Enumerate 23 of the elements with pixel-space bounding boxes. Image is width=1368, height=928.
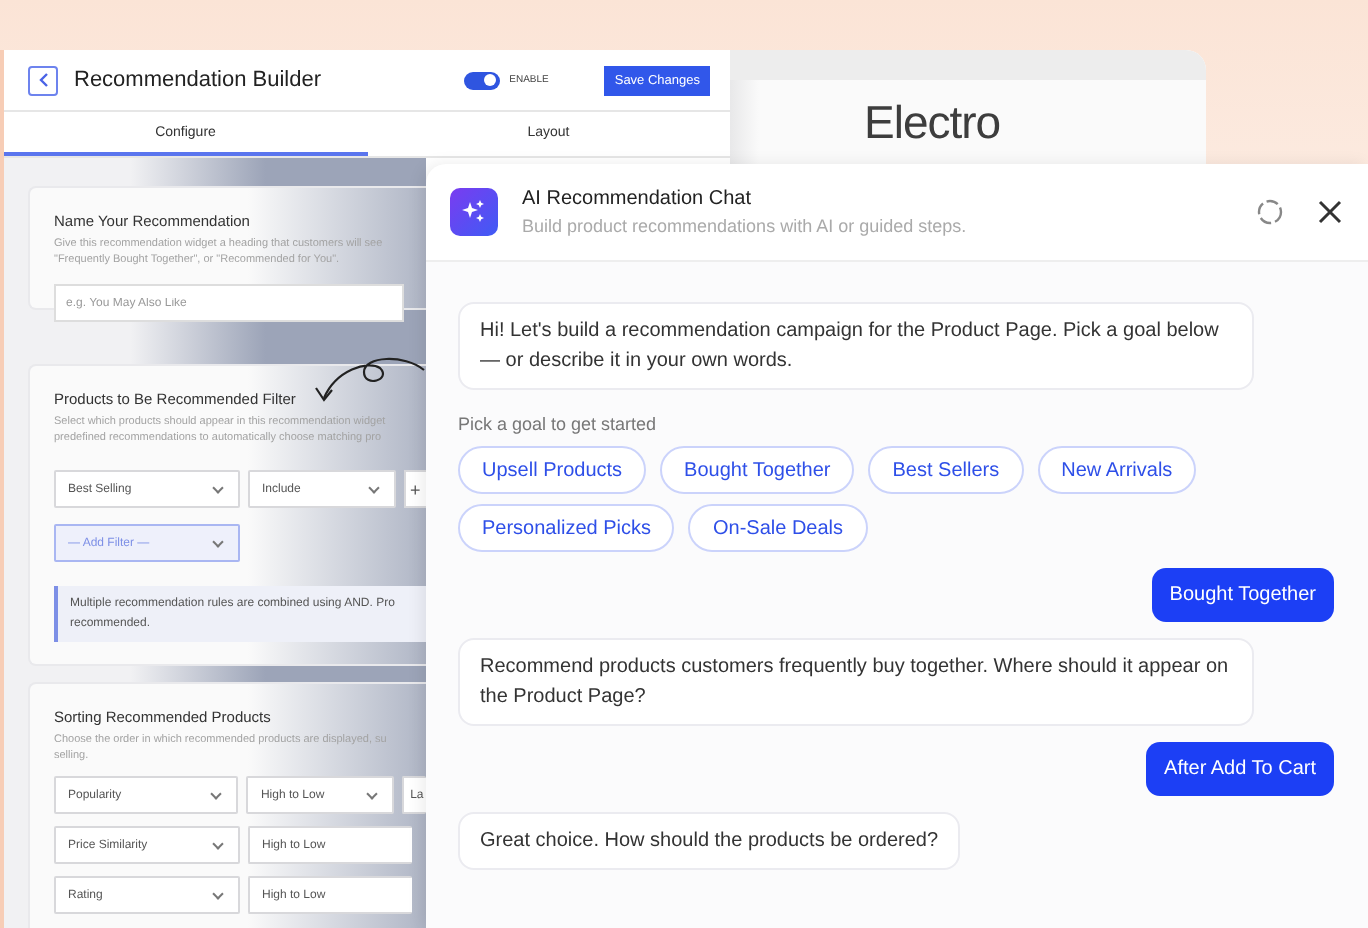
user-message: Bought Together bbox=[1151, 568, 1334, 622]
goal-chip[interactable]: Personalized Picks bbox=[458, 504, 675, 552]
goal-chip[interactable]: New Arrivals bbox=[1037, 446, 1197, 494]
sparkle-icon bbox=[450, 188, 498, 236]
store-logo: Electro bbox=[864, 95, 1001, 149]
goal-chip[interactable]: Bought Together bbox=[660, 446, 855, 494]
chevron-left-icon bbox=[37, 72, 49, 88]
enable-toggle[interactable] bbox=[463, 71, 500, 89]
user-message: After Add To Cart bbox=[1146, 742, 1334, 796]
assistant-message: Hi! Let's build a recommendation campaign for the Product Page. Pick a goal below — or describe it in your own words. bbox=[458, 302, 1254, 390]
assistant-message: Recommend products customers frequently buy together. Where should it appear on the Product Page? bbox=[458, 638, 1254, 726]
close-icon[interactable] bbox=[1316, 198, 1344, 226]
goal-chip[interactable]: Best Sellers bbox=[868, 446, 1024, 494]
goal-chip[interactable]: Upsell Products bbox=[458, 446, 647, 494]
refresh-icon[interactable] bbox=[1256, 198, 1284, 226]
builder-title: Recommendation Builder bbox=[74, 68, 322, 92]
goal-prompt-label: Pick a goal to get started bbox=[458, 414, 659, 434]
chat-subtitle: Build product recommendations with AI or guided steps. bbox=[522, 216, 967, 236]
chat-title: AI Recommendation Chat bbox=[522, 188, 754, 210]
goal-chip[interactable]: On-Sale Deals bbox=[688, 504, 868, 552]
assistant-message: Great choice. How should the products be ordered? bbox=[458, 812, 961, 870]
add-rule-button[interactable]: + bbox=[404, 470, 426, 508]
back-button[interactable] bbox=[28, 65, 58, 95]
